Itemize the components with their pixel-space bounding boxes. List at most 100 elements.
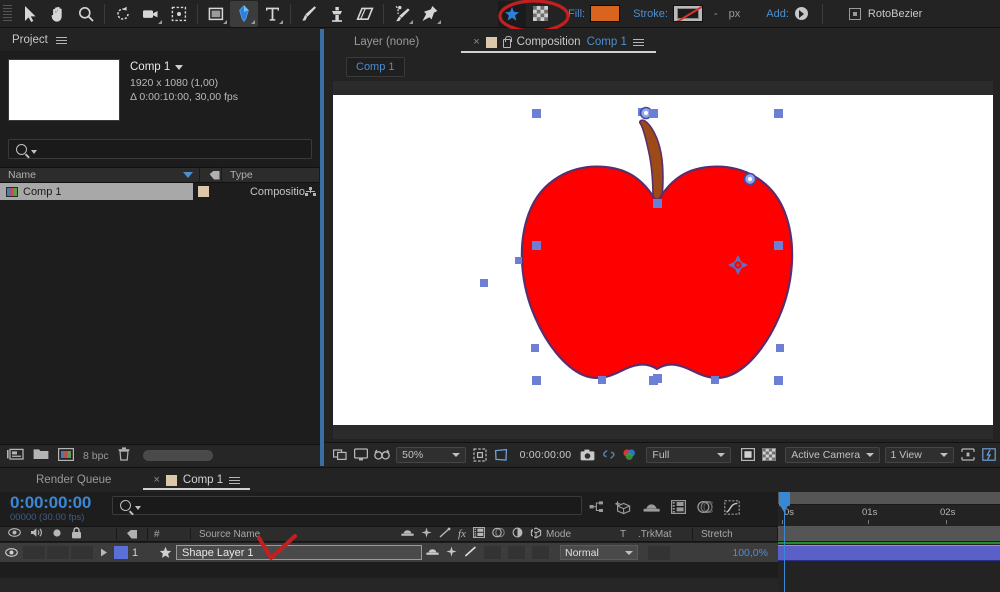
quality-icon[interactable] xyxy=(439,527,451,541)
tab-layer[interactable]: Layer (none) xyxy=(342,29,431,55)
selection-tool[interactable] xyxy=(16,1,44,27)
effects-icon[interactable]: fx xyxy=(458,528,466,540)
viewer-timecode[interactable]: 0:00:00:00 xyxy=(520,449,572,461)
project-item-name-cell[interactable]: Comp 1 xyxy=(0,183,193,200)
puppet-pin-tool[interactable] xyxy=(416,1,444,27)
layer-expand-arrow[interactable] xyxy=(94,548,114,557)
view-layout-select[interactable]: 1 View xyxy=(884,446,954,463)
adjustment-layer-icon[interactable] xyxy=(512,527,523,541)
audio-icon[interactable] xyxy=(30,527,43,541)
column-header-name[interactable]: Name xyxy=(0,167,200,183)
main-view-icon[interactable] xyxy=(350,444,371,466)
chevron-down-icon[interactable] xyxy=(175,65,184,71)
take-snapshot-icon[interactable] xyxy=(577,444,598,466)
project-panel-title[interactable]: Project xyxy=(12,34,48,46)
enable-frame-blending-icon[interactable] xyxy=(667,497,689,517)
toggle-transparency-grid-icon[interactable] xyxy=(737,444,758,466)
close-icon[interactable]: × xyxy=(473,36,479,48)
timeline-panel-menu-icon[interactable] xyxy=(229,475,241,486)
pen-tool[interactable] xyxy=(230,0,258,27)
layer-shy-toggle[interactable] xyxy=(426,546,439,560)
region-of-interest-icon[interactable] xyxy=(491,444,512,466)
layer-frame-blending-toggle[interactable] xyxy=(508,546,525,559)
label-column-header[interactable] xyxy=(117,529,147,539)
work-area-track[interactable] xyxy=(778,526,1000,542)
camera-tool[interactable] xyxy=(137,1,165,27)
type-tool[interactable] xyxy=(258,1,286,27)
frame-blending-icon[interactable] xyxy=(472,526,485,541)
work-area-bar[interactable] xyxy=(778,492,1000,505)
shy-icon[interactable] xyxy=(401,527,414,541)
interpret-footage-icon[interactable] xyxy=(7,448,24,464)
lock-icon[interactable] xyxy=(502,35,512,48)
layer-label-color[interactable] xyxy=(114,546,128,559)
add-menu-icon[interactable] xyxy=(794,7,808,20)
tab-composition[interactable]: × Composition Comp 1 xyxy=(461,29,656,55)
column-header-stretch[interactable]: Stretch xyxy=(693,529,763,540)
star-icon[interactable] xyxy=(498,0,526,27)
solo-icon[interactable] xyxy=(52,528,62,541)
breadcrumb-item-comp1[interactable]: Comp 1 xyxy=(346,57,405,77)
enable-motion-blur-icon[interactable] xyxy=(694,497,716,517)
clone-stamp-tool[interactable] xyxy=(323,1,351,27)
panel-divider-vertical[interactable] xyxy=(322,29,324,466)
composition-panel-menu-icon[interactable] xyxy=(632,37,644,48)
timeline-search-input[interactable] xyxy=(112,496,582,515)
pixel-aspect-correction-icon[interactable] xyxy=(958,444,979,466)
toolbar-grip[interactable] xyxy=(3,4,12,23)
resolution-select[interactable]: Full xyxy=(646,446,732,463)
layer-duration-bar[interactable] xyxy=(778,545,1000,561)
roto-brush-tool[interactable] xyxy=(388,1,416,27)
fill-color-swatch[interactable] xyxy=(590,5,621,22)
table-row[interactable]: 1 Shape Layer 1 Normal 100,0% xyxy=(0,543,778,562)
project-list-item[interactable]: Comp 1 Compositio xyxy=(0,183,320,200)
layer-mode-select[interactable]: Normal xyxy=(560,545,638,560)
project-panel-menu-icon[interactable] xyxy=(55,35,67,46)
motion-blur-icon[interactable] xyxy=(492,527,505,541)
hide-shy-layers-icon[interactable] xyxy=(640,497,662,517)
rotobezier-checkbox[interactable] xyxy=(848,7,861,20)
lock-icon[interactable] xyxy=(71,526,82,542)
column-header-t[interactable]: T xyxy=(620,529,630,540)
layer-name-input[interactable]: Shape Layer 1 xyxy=(176,545,422,560)
current-time-display[interactable]: 0:00:00:00 00000 (30.00 fps) xyxy=(0,492,91,523)
graph-editor-icon[interactable] xyxy=(721,497,743,517)
zoom-level-select[interactable]: 50% xyxy=(396,446,466,463)
column-header-tag[interactable] xyxy=(200,167,222,183)
layer-video-toggle[interactable] xyxy=(0,548,22,557)
layer-audio-toggle[interactable] xyxy=(23,546,45,559)
delete-icon[interactable] xyxy=(118,447,130,464)
project-item-tag-cell[interactable] xyxy=(193,186,214,197)
draft-3d-icon[interactable] xyxy=(613,497,635,517)
project-search-input[interactable] xyxy=(8,139,312,159)
rotobezier-group[interactable]: RotoBezier xyxy=(848,7,922,20)
column-header-index[interactable]: # xyxy=(148,529,190,540)
fill-label[interactable]: Fill: xyxy=(568,8,585,20)
label-color-swatch[interactable] xyxy=(197,186,209,197)
stroke-label[interactable]: Stroke: xyxy=(633,8,668,20)
collapse-transformations-icon[interactable] xyxy=(421,527,432,541)
show-snapshot-icon[interactable] xyxy=(598,444,619,466)
layer-collapse-toggle[interactable] xyxy=(446,545,457,560)
sort-descending-icon[interactable] xyxy=(183,172,193,178)
tab-render-queue[interactable]: Render Queue xyxy=(22,468,125,492)
apple-artwork[interactable] xyxy=(333,95,993,425)
layer-stretch-value[interactable]: 100,0% xyxy=(688,547,778,559)
rotation-tool[interactable] xyxy=(109,1,137,27)
transparency-grid-icon[interactable] xyxy=(526,1,554,27)
tab-timeline-comp1[interactable]: × Comp 1 xyxy=(139,468,254,492)
new-folder-icon[interactable] xyxy=(33,448,49,463)
video-visibility-icon[interactable] xyxy=(8,528,21,540)
project-footer-scrollbar[interactable] xyxy=(142,450,213,461)
eraser-tool[interactable] xyxy=(351,1,379,27)
search-dropdown-icon[interactable] xyxy=(135,506,141,510)
column-header-trkmat[interactable]: .TrkMat xyxy=(630,529,692,540)
brush-tool[interactable] xyxy=(295,1,323,27)
timeline-ruler[interactable]: 0s 01s 02s xyxy=(778,492,1000,526)
stroke-color-swatch[interactable] xyxy=(672,5,703,22)
hand-tool[interactable] xyxy=(44,1,72,27)
timeline-track-area[interactable] xyxy=(778,526,1000,592)
comp-name-row[interactable]: Comp 1 xyxy=(130,60,238,76)
layer-motion-blur-toggle[interactable] xyxy=(532,546,549,559)
layer-lock-toggle[interactable] xyxy=(71,546,93,559)
